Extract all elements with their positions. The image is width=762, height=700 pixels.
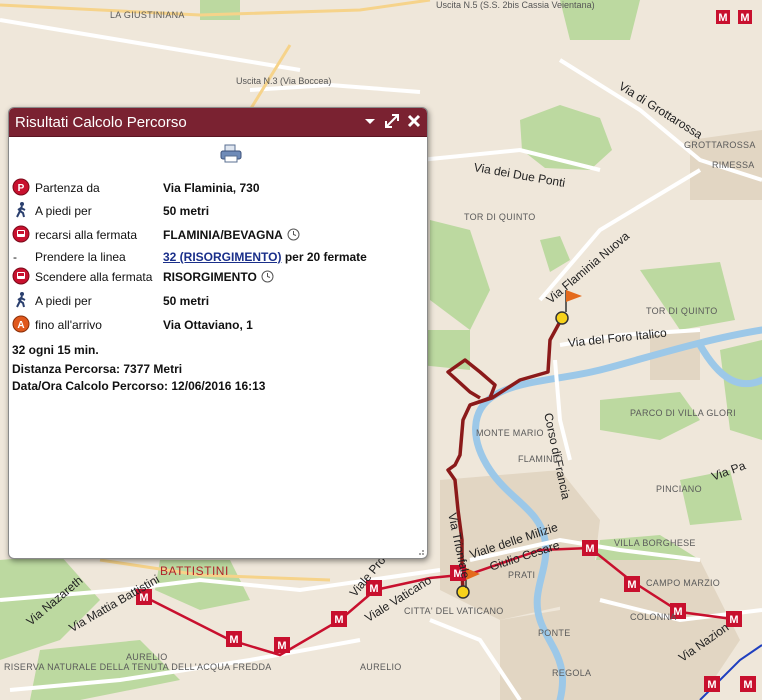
map-label-area: TOR DI QUINTO (464, 212, 536, 222)
svg-text:M: M (743, 679, 752, 691)
step-label: A piedi per (35, 204, 92, 218)
svg-text:A: A (17, 320, 24, 331)
parking-start-icon: P (12, 178, 30, 196)
bus-icon (12, 267, 30, 285)
metro-station: M (716, 10, 730, 24)
step-walk: A piedi per 50 metri (9, 201, 427, 221)
map-label-area: PONTE (538, 628, 571, 638)
svg-text:M: M (707, 679, 716, 691)
datetime-info: Data/Ora Calcolo Percorso: 12/06/2016 16… (12, 379, 266, 393)
map-label-area: TOR DI QUINTO (646, 306, 718, 316)
step-value: RISORGIMENTO (163, 270, 274, 284)
panel-title: Risultati Calcolo Percorso (15, 114, 187, 131)
step-label: recarsi alla fermata (35, 228, 138, 242)
step-value: 50 metri (163, 204, 210, 218)
map-label-area: MONTE MARIO (476, 428, 544, 438)
line-link[interactable]: 32 (RISORGIMENTO) (163, 250, 281, 264)
metro-station: M (704, 676, 720, 692)
frequency-info: 32 ogni 15 min. (12, 343, 99, 357)
map-label-area: AURELIO (360, 662, 402, 672)
step-departure: P Partenza da Via Flaminia, 730 (9, 178, 427, 198)
svg-text:M: M (334, 614, 343, 626)
expand-icon (385, 114, 399, 128)
stop-name: RISORGIMENTO (163, 270, 257, 284)
map-label-area: RIMESSA (712, 160, 755, 170)
map-label-area: LA GIUSTINIANA (110, 10, 185, 20)
metro-station: M (331, 611, 347, 627)
maximize-button[interactable] (383, 112, 401, 130)
close-button[interactable] (405, 112, 423, 130)
step-label: A piedi per (35, 294, 92, 308)
map-label-area: COLONNA (630, 612, 677, 622)
metro-station: M (582, 540, 598, 556)
step-take-line: - Prendere la linea 32 (RISORGIMENTO) pe… (9, 247, 427, 267)
arrival-icon: A (12, 315, 30, 333)
svg-text:M: M (585, 543, 594, 555)
step-label: fino all'arrivo (35, 318, 102, 332)
map-label-exit: Uscita N.5 (S.S. 2bis Cassia Veientana) (436, 0, 595, 10)
map-label-district: BATTISTINI (160, 564, 229, 578)
step-arrival: A fino all'arrivo Via Ottaviano, 1 (9, 315, 427, 335)
step-label: Partenza da (35, 181, 100, 195)
printer-icon (220, 144, 242, 163)
line-stops-count: per 20 fermate (284, 250, 367, 264)
step-label: Prendere la linea (35, 250, 126, 264)
metro-station: M (740, 676, 756, 692)
map-label-area: CAMPO MARZIO (646, 578, 721, 588)
metro-station: M (624, 576, 640, 592)
print-button[interactable] (219, 144, 243, 164)
svg-text:P: P (18, 183, 25, 194)
resize-grip-icon[interactable] (415, 546, 425, 556)
step-prefix: - (13, 250, 17, 264)
map-label-area: PRATI (508, 570, 536, 580)
map-label-area: VILLA BORGHESE (614, 538, 696, 548)
map-label-area: GROTTAROSSA (684, 140, 756, 150)
step-value: FLAMINIA/BEVAGNA (163, 228, 300, 242)
step-label: Scendere alla fermata (35, 270, 153, 284)
pedestrian-icon (16, 202, 26, 218)
metro-station: M (726, 611, 742, 627)
clock-icon[interactable] (287, 228, 300, 241)
chevron-down-icon (365, 119, 375, 124)
metro-station: M (226, 631, 242, 647)
close-icon (407, 114, 421, 128)
step-go-to-stop: recarsi alla fermata FLAMINIA/BEVAGNA (9, 225, 427, 245)
pedestrian-icon (16, 292, 26, 308)
metro-station: M (738, 10, 752, 24)
map-label-exit: Uscita N.3 (Via Boccea) (236, 76, 332, 86)
map-label-reserve: RISERVA NATURALE DELLA TENUTA DELL'ACQUA… (4, 662, 272, 672)
map-label-area: REGOLA (552, 668, 592, 678)
svg-text:M: M (277, 640, 286, 652)
map-label-area: FLAMINIO (518, 454, 563, 464)
map-label-area: CITTA' DEL VATICANO (404, 606, 504, 616)
clock-icon[interactable] (261, 270, 274, 283)
step-value: Via Flaminia, 730 (163, 181, 260, 195)
map-label-area: PINCIANO (656, 484, 702, 494)
map-label-area: AURELIO (126, 652, 168, 662)
bus-icon (12, 225, 30, 243)
step-value: Via Ottaviano, 1 (163, 318, 253, 332)
svg-text:M: M (729, 614, 738, 626)
svg-text:M: M (718, 12, 727, 24)
svg-text:M: M (369, 583, 378, 595)
svg-text:M: M (229, 634, 238, 646)
svg-text:M: M (627, 579, 636, 591)
step-walk: A piedi per 50 metri (9, 291, 427, 311)
panel-header[interactable]: Risultati Calcolo Percorso (9, 108, 427, 137)
route-result-panel[interactable]: Risultati Calcolo Percorso P Partenza da… (8, 107, 428, 559)
step-value: 32 (RISORGIMENTO) per 20 fermate (163, 250, 367, 264)
step-get-off: Scendere alla fermata RISORGIMENTO (9, 267, 427, 287)
map-label-area: PARCO DI VILLA GLORI (630, 408, 736, 418)
step-value: 50 metri (163, 294, 210, 308)
metro-station: M (274, 637, 290, 653)
stop-name: FLAMINIA/BEVAGNA (163, 228, 283, 242)
collapse-button[interactable] (361, 112, 379, 130)
svg-text:M: M (740, 12, 749, 24)
distance-info: Distanza Percorsa: 7377 Metri (12, 362, 183, 376)
